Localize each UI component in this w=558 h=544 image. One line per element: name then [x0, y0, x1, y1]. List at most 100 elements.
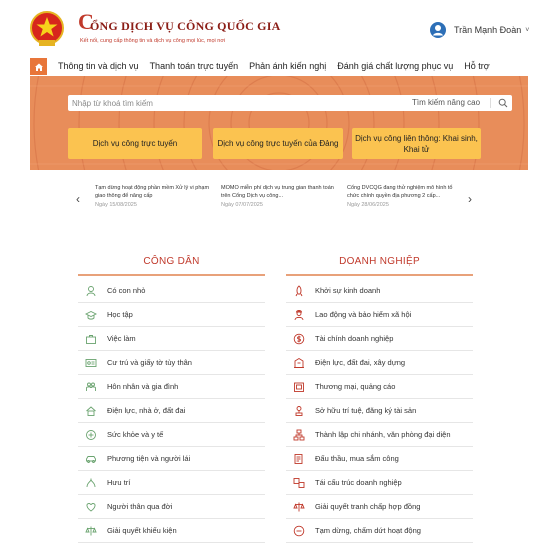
search-input[interactable]: [72, 96, 372, 110]
user-avatar-icon: [430, 22, 446, 38]
nav-item-info-services[interactable]: Thông tin và dịch vụ: [58, 58, 139, 75]
auction-icon: [293, 453, 305, 465]
business-service-item[interactable]: Tạm dừng, chấm dứt hoạt động: [286, 519, 473, 543]
citizen-section-underline: [78, 274, 265, 276]
home-icon: [34, 63, 43, 71]
citizen-list: Có con nhỏ Học tập Việc làm Cư trú và giấy …: [78, 279, 265, 543]
nav-item-service-rating[interactable]: Đánh giá chất lượng phục vụ: [337, 58, 453, 75]
citizen-service-label: Sức khỏe và y tế: [107, 430, 164, 439]
main-nav: Thông tin và dịch vụ Thanh toán trực tuy…: [30, 58, 528, 75]
hero-banner: Tìm kiếm nâng cao Dịch vụ công trực tuyế…: [30, 76, 528, 170]
baby-icon: [85, 285, 97, 297]
news-carousel: ‹ Tạm dừng hoạt động phần mềm Xử lý vi p…: [30, 170, 528, 230]
news-item[interactable]: Tạm dừng hoạt động phần mềm Xử lý vi phạ…: [95, 184, 213, 208]
carousel-prev-button[interactable]: ‹: [76, 192, 80, 206]
business-service-label: Thành lập chi nhánh, văn phòng đại diện: [315, 430, 451, 439]
citizen-service-label: Việc làm: [107, 334, 136, 343]
news-item[interactable]: Cổng DVCQG đang thử nghiệm mô hình tổ ch…: [347, 184, 465, 208]
business-service-label: Điện lực, đất đai, xây dựng: [315, 358, 406, 367]
citizen-service-item[interactable]: Phương tiện và người lái: [78, 447, 265, 471]
business-section-title[interactable]: DOANH NGHIỆP: [286, 256, 473, 267]
nav-item-support[interactable]: Hỗ trợ: [464, 58, 489, 75]
stop-icon: [293, 525, 305, 537]
citizen-service-item[interactable]: Học tập: [78, 303, 265, 327]
business-service-item[interactable]: Sở hữu trí tuệ, đăng ký tài sản: [286, 399, 473, 423]
business-section-underline: [286, 274, 473, 276]
citizen-service-item[interactable]: Sức khỏe và y tế: [78, 423, 265, 447]
retirement-icon: [85, 477, 97, 489]
linked-services-button[interactable]: Dịch vụ công liên thông: Khai sinh, Khai…: [352, 128, 481, 159]
citizen-service-item[interactable]: Có con nhỏ: [78, 279, 265, 303]
citizen-service-item[interactable]: Hưu trí: [78, 471, 265, 495]
business-service-label: Tạm dừng, chấm dứt hoạt động: [315, 526, 421, 535]
dollar-icon: [293, 333, 305, 345]
citizen-service-item[interactable]: Việc làm: [78, 327, 265, 351]
citizen-service-label: Giải quyết khiếu kiện: [107, 526, 177, 535]
business-service-item[interactable]: Khởi sự kinh doanh: [286, 279, 473, 303]
rocket-icon: [293, 284, 305, 297]
graduation-cap-icon: [85, 309, 97, 321]
business-service-item[interactable]: Thành lập chi nhánh, văn phòng đại diện: [286, 423, 473, 447]
citizen-service-label: Học tập: [107, 310, 133, 319]
online-services-button[interactable]: Dịch vụ công trực tuyến: [68, 128, 202, 159]
chevron-down-icon: ˅: [525, 26, 530, 34]
search-icon[interactable]: [498, 98, 508, 108]
family-icon: [85, 381, 97, 393]
briefcase-icon: [85, 333, 97, 345]
nav-item-feedback[interactable]: Phản ánh kiến nghị: [249, 58, 326, 75]
citizen-service-label: Có con nhỏ: [107, 286, 146, 295]
business-service-item[interactable]: Điện lực, đất đai, xây dựng: [286, 351, 473, 375]
citizen-service-label: Hưu trí: [107, 478, 131, 487]
news-date: Ngày 07/07/2025: [221, 202, 263, 208]
citizen-service-label: Điện lực, nhà ở, đất đai: [107, 406, 186, 415]
nav-item-online-payment[interactable]: Thanh toán trực tuyến: [150, 58, 239, 75]
advanced-search-link[interactable]: Tìm kiếm nâng cao: [412, 98, 480, 107]
news-title: Tạm dừng hoạt động phần mềm Xử lý vi phạ…: [95, 185, 210, 199]
business-service-label: Giải quyết tranh chấp hợp đồng: [315, 502, 421, 511]
party-services-button[interactable]: Dịch vụ công trực tuyến của Đảng: [213, 128, 343, 159]
restructure-icon: [293, 477, 305, 489]
citizen-service-item[interactable]: Giải quyết khiếu kiện: [78, 519, 265, 543]
business-service-item[interactable]: Giải quyết tranh chấp hợp đồng: [286, 495, 473, 519]
business-list: Khởi sự kinh doanh Lao động và bảo hiểm x…: [286, 279, 473, 543]
business-service-label: Khởi sự kinh doanh: [315, 286, 381, 295]
user-menu[interactable]: Trần Mạnh Đoàn ˅: [430, 22, 529, 38]
business-service-item[interactable]: Đấu thầu, mua sắm công: [286, 447, 473, 471]
citizen-service-item[interactable]: Cư trú và giấy tờ tùy thân: [78, 351, 265, 375]
search-bar: Tìm kiếm nâng cao: [68, 95, 512, 111]
user-name: Trần Mạnh Đoàn: [454, 25, 522, 35]
business-service-label: Sở hữu trí tuệ, đăng ký tài sản: [315, 406, 417, 415]
heart-icon: [85, 501, 97, 513]
scales-icon: [85, 525, 97, 537]
portal-subtitle: Kết nối, cung cấp thông tin và dịch vụ c…: [80, 38, 226, 44]
citizen-service-label: Phương tiện và người lái: [107, 454, 191, 463]
national-emblem-icon[interactable]: [30, 10, 64, 48]
business-service-label: Đấu thầu, mua sắm công: [315, 454, 399, 463]
citizen-service-item[interactable]: Hôn nhân và gia đình: [78, 375, 265, 399]
news-item[interactable]: MOMO miễn phí dịch vụ trung gian thanh t…: [221, 184, 339, 208]
worker-icon: [293, 309, 305, 321]
business-service-item[interactable]: Lao động và bảo hiểm xã hội: [286, 303, 473, 327]
news-date: Ngày 28/06/2025: [347, 202, 389, 208]
building-icon: [293, 357, 305, 369]
business-service-item[interactable]: Tái cấu trúc doanh nghiệp: [286, 471, 473, 495]
news-title: Cổng DVCQG đang thử nghiệm mô hình tổ ch…: [347, 185, 453, 199]
business-service-label: Lao động và bảo hiểm xã hội: [315, 310, 412, 319]
header: C ỔNG DỊCH VỤ CÔNG QUỐC GIA Kết nối, cun…: [0, 0, 558, 58]
business-service-item[interactable]: Thương mại, quảng cáo: [286, 375, 473, 399]
carousel-next-button[interactable]: ›: [468, 192, 472, 206]
search-divider: [490, 98, 491, 108]
citizen-service-item[interactable]: Người thân qua đời: [78, 495, 265, 519]
citizen-section-title[interactable]: CÔNG DÂN: [78, 256, 265, 267]
business-service-label: Thương mại, quảng cáo: [315, 382, 396, 391]
health-icon: [85, 429, 97, 441]
contract-icon: [293, 501, 305, 513]
home-button[interactable]: [30, 58, 47, 75]
news-title: MOMO miễn phí dịch vụ trung gian thanh t…: [221, 185, 334, 199]
citizen-service-label: Cư trú và giấy tờ tùy thân: [107, 358, 192, 367]
news-date: Ngày 15/08/2025: [95, 202, 137, 208]
citizen-service-item[interactable]: Điện lực, nhà ở, đất đai: [78, 399, 265, 423]
car-icon: [85, 453, 97, 465]
trademark-icon: [293, 405, 305, 417]
business-service-item[interactable]: Tài chính doanh nghiệp: [286, 327, 473, 351]
